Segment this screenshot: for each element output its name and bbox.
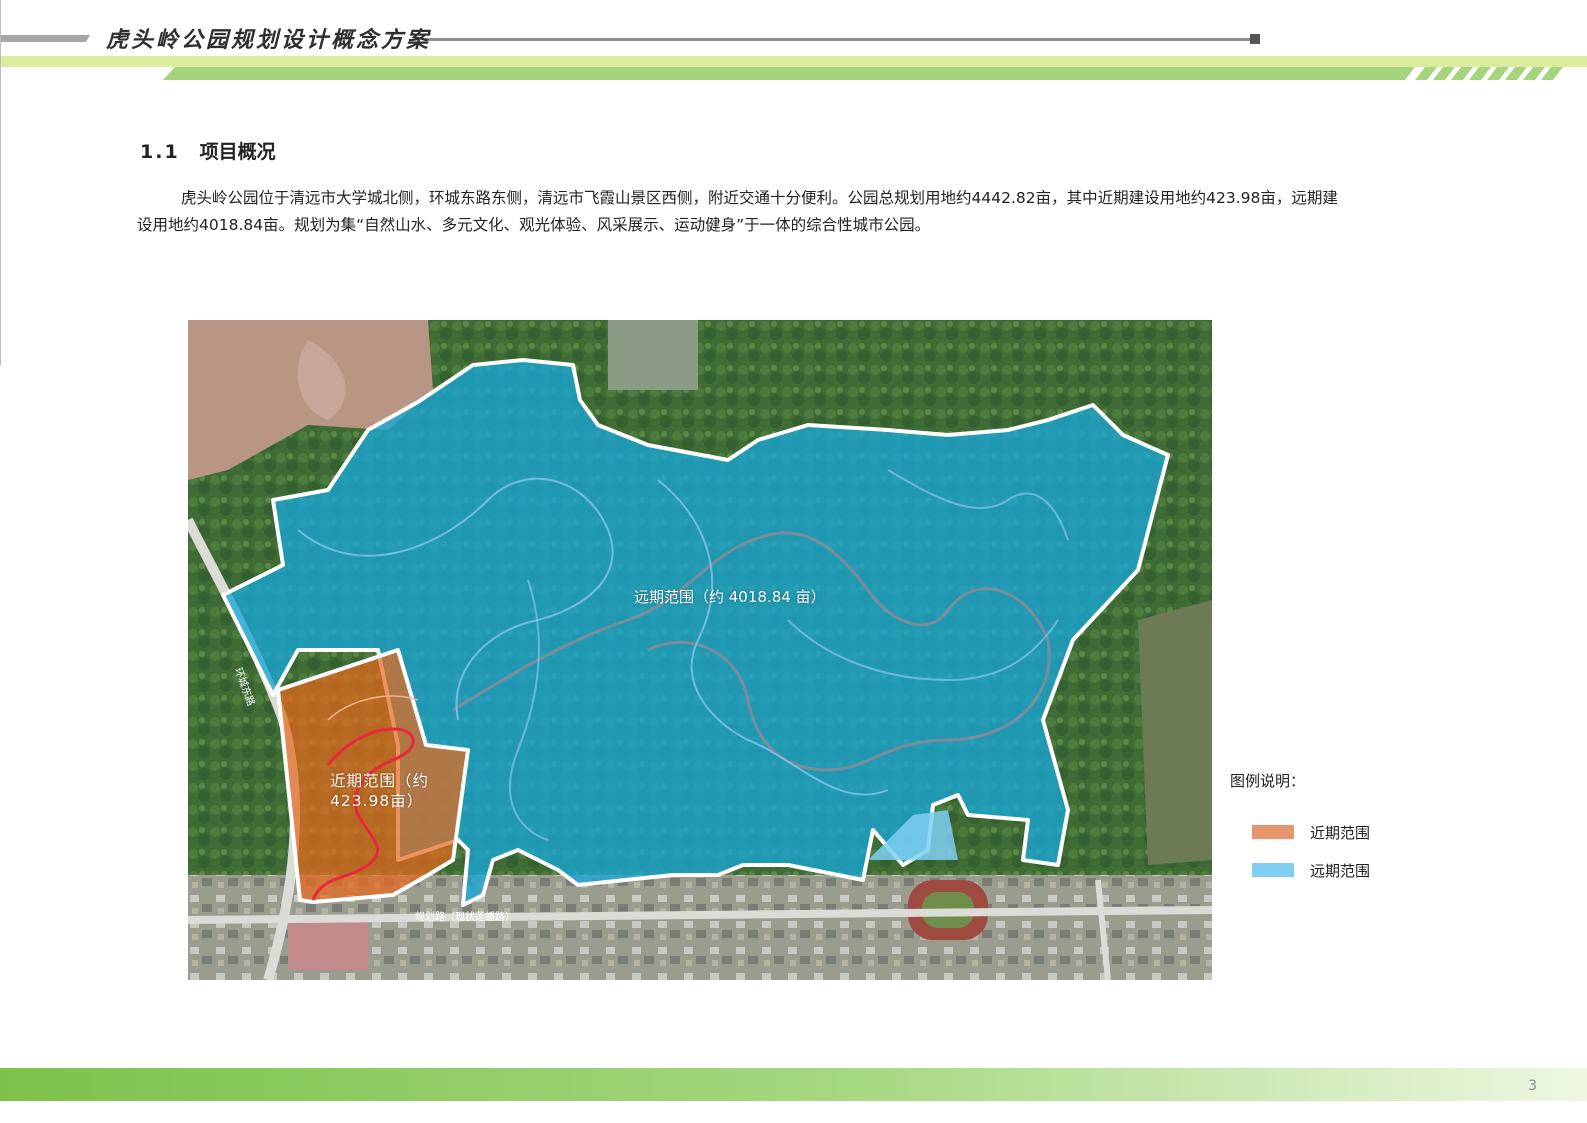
legend-swatch-far [1252, 863, 1294, 877]
page-header: 虎头岭公园规划设计概念方案 [0, 0, 1587, 90]
body-text: 虎头岭公园位于清远市大学城北侧，环城东路东侧，清远市飞霞山景区西侧，附近交通十分… [137, 185, 1347, 239]
legend-title: 图例说明： [1230, 772, 1306, 790]
site-map: 远期范围（约 4018.84 亩） 近期范围（约423.98亩） 环城东路 规划… [183, 320, 1213, 982]
map-legend: 图例说明： 近期范围 远期范围 [1230, 770, 1370, 889]
page-number: 3 [1528, 1078, 1537, 1094]
section-title: 项目概况 [199, 141, 276, 163]
site-map-graphic [183, 320, 1213, 982]
near-range-label: 近期范围（约423.98亩） [330, 772, 430, 810]
section-heading: 1.1 项目概况 [140, 137, 276, 164]
document-title: 虎头岭公园规划设计概念方案 [106, 27, 432, 53]
legend-item-near: 近期范围 [1230, 813, 1370, 851]
left-rule [0, 0, 1, 365]
page-footer [0, 1068, 1587, 1101]
legend-swatch-near [1252, 825, 1294, 839]
section-number: 1.1 [140, 141, 180, 163]
road-label-south: 规划路（现状莲蟠路） [415, 912, 515, 923]
legend-item-far: 远期范围 [1230, 851, 1370, 889]
legend-label-far: 远期范围 [1310, 861, 1371, 880]
far-range-label: 远期范围（约 4018.84 亩） [634, 588, 826, 606]
footer-bar [0, 1068, 1587, 1101]
legend-label-near: 近期范围 [1310, 823, 1371, 842]
body-paragraph: 虎头岭公园位于清远市大学城北侧，环城东路东侧，清远市飞霞山景区西侧，附近交通十分… [137, 189, 1338, 234]
